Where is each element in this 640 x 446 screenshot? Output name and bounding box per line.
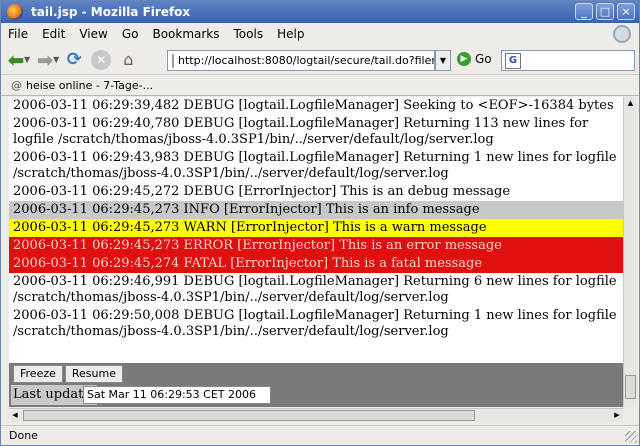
last-update-field: Sat Mar 11 06:29:53 CET 2006 <box>83 386 271 404</box>
menu-view[interactable]: View <box>72 27 114 41</box>
stop-button[interactable]: ✕ <box>89 48 113 72</box>
home-icon: ⌂ <box>123 50 134 69</box>
address-url: http://localhost:8080/logtail/secure/tai… <box>178 54 435 67</box>
browser-window: tail.jsp - Mozilla Firefox _ □ × File Ed… <box>0 0 640 446</box>
log-line-debug: 2006-03-11 06:29:46,991 DEBUG [logtail.L… <box>13 274 617 305</box>
menu-file[interactable]: File <box>1 27 35 41</box>
navigation-toolbar: ⬅ ▼ ➡ ▼ ⟳ ✕ ⌂ http://localhost:8080/logt… <box>1 45 639 75</box>
search-engine-icon[interactable]: G <box>505 52 521 69</box>
bookmark-item-heise[interactable]: heise online - 7-Tage-... <box>26 79 153 92</box>
log-line-info: 2006-03-11 06:29:45,273 INFO [ErrorInjec… <box>9 201 623 219</box>
address-bar[interactable]: http://localhost:8080/logtail/secure/tai… <box>167 50 435 71</box>
menu-bar: File Edit View Go Bookmarks Tools Help <box>1 23 639 45</box>
back-history-dropdown[interactable]: ▼ <box>24 55 30 64</box>
window-controls: _ □ × <box>575 3 635 20</box>
control-panel: Freeze Resume Last update: Sat Mar 11 06… <box>9 363 623 407</box>
reload-icon: ⟳ <box>66 49 82 70</box>
back-arrow-icon: ⬅ <box>7 47 25 72</box>
page-favicon-icon <box>172 53 174 68</box>
log-line-debug: 2006-03-11 06:29:43,983 DEBUG [logtail.L… <box>13 150 617 181</box>
title-bar: tail.jsp - Mozilla Firefox _ □ × <box>1 1 639 23</box>
stop-icon: ✕ <box>91 49 112 70</box>
scroll-left-icon[interactable]: ◀ <box>9 410 21 421</box>
resume-button[interactable]: Resume <box>64 365 123 383</box>
close-button[interactable]: × <box>617 3 635 20</box>
scroll-right-icon[interactable]: ▶ <box>611 410 623 421</box>
scroll-up-icon[interactable]: ▲ <box>625 98 636 109</box>
throbber-icon <box>613 25 631 43</box>
freeze-button[interactable]: Freeze <box>13 365 63 383</box>
maximize-button[interactable]: □ <box>596 3 614 20</box>
status-text: Done <box>9 429 38 442</box>
horizontal-scrollbar[interactable]: ◀ ▶ <box>9 408 623 422</box>
go-arrow-icon: ▶ <box>457 52 471 66</box>
menu-help[interactable]: Help <box>270 27 311 41</box>
log-output: 2006-03-11 06:29:39,482 DEBUG [logtail.L… <box>9 97 623 341</box>
search-input[interactable]: G <box>501 50 635 71</box>
resize-grip-icon[interactable] <box>625 431 637 443</box>
reload-button[interactable]: ⟳ <box>62 48 86 72</box>
status-bar: Done <box>1 425 639 445</box>
log-line-fatal: 2006-03-11 06:29:45,274 FATAL [ErrorInje… <box>9 255 623 273</box>
go-label: Go <box>475 52 492 66</box>
forward-history-dropdown[interactable]: ▼ <box>53 55 59 64</box>
forward-arrow-icon: ➡ <box>36 47 54 72</box>
vertical-scrollbar[interactable]: ▲ <box>623 97 637 407</box>
bookmarks-toolbar: @ heise online - 7-Tage-... <box>1 76 639 96</box>
log-line-warn: 2006-03-11 06:29:45,273 WARN [ErrorInjec… <box>9 219 623 237</box>
log-line-error: 2006-03-11 06:29:45,273 ERROR [ErrorInje… <box>9 237 623 255</box>
home-button[interactable]: ⌂ <box>116 48 140 72</box>
log-line-debug: 2006-03-11 06:29:50,008 DEBUG [logtail.L… <box>13 308 617 339</box>
menu-go[interactable]: Go <box>115 27 146 41</box>
log-line-debug: 2006-03-11 06:29:39,482 DEBUG [logtail.L… <box>13 98 614 113</box>
address-dropdown[interactable]: ▼ <box>435 50 451 71</box>
menu-tools[interactable]: Tools <box>227 27 271 41</box>
log-line-debug: 2006-03-11 06:29:45,272 DEBUG [ErrorInje… <box>13 184 511 199</box>
horizontal-scroll-thumb[interactable] <box>23 410 475 421</box>
page-content: 2006-03-11 06:29:39,482 DEBUG [logtail.L… <box>9 97 623 407</box>
control-buttons: Freeze Resume <box>13 365 123 383</box>
firefox-logo-icon <box>7 4 23 20</box>
vertical-scroll-thumb[interactable] <box>625 375 636 399</box>
menu-bookmarks[interactable]: Bookmarks <box>145 27 226 41</box>
bookmark-feed-icon: @ <box>11 79 22 92</box>
window-title: tail.jsp - Mozilla Firefox <box>31 5 191 19</box>
minimize-button[interactable]: _ <box>575 3 593 20</box>
log-line-debug: 2006-03-11 06:29:40,780 DEBUG [logtail.L… <box>13 116 589 147</box>
menu-edit[interactable]: Edit <box>35 27 72 41</box>
go-button[interactable]: ▶ Go <box>457 52 492 66</box>
